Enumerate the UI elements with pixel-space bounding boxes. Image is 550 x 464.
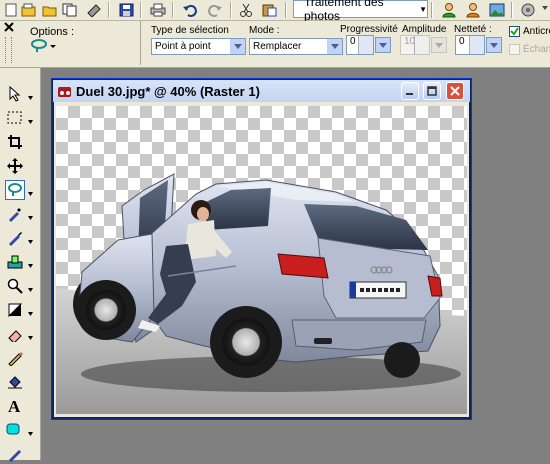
spin-buttons[interactable]	[358, 36, 373, 54]
toolbar-separator	[511, 2, 513, 18]
main-toolbar: Traitement des photos ▼	[0, 0, 550, 23]
crop-tool-icon[interactable]	[5, 132, 25, 152]
save-icon[interactable]	[117, 1, 136, 19]
toolbar-separator	[230, 2, 232, 18]
maximize-icon	[427, 86, 437, 96]
person-green-icon[interactable]	[439, 1, 458, 19]
tool-flyout-arrow-icon[interactable]	[28, 308, 33, 316]
redo-icon[interactable]	[205, 1, 224, 19]
maximize-button[interactable]	[423, 82, 441, 100]
shape-tool-icon[interactable]	[5, 420, 25, 440]
sharpness-input[interactable]: 0	[455, 35, 502, 55]
sharpness-label: Netteté :	[454, 24, 492, 35]
chevron-down-icon[interactable]	[375, 37, 391, 53]
selection-tool-icon[interactable]	[5, 108, 25, 128]
tool-flyout-arrow-icon[interactable]	[28, 260, 33, 268]
antialias-checkbox[interactable]	[509, 26, 520, 37]
selection-type-value: Point à point	[155, 41, 211, 52]
progressivity-label: Progressivité	[340, 24, 398, 35]
progressivity-value: 0	[350, 36, 356, 47]
car-photo	[56, 173, 467, 414]
palette-grip[interactable]	[5, 37, 12, 63]
toolbar-separator	[285, 2, 287, 18]
close-palette-icon[interactable]	[4, 22, 14, 35]
photo-processing-menu[interactable]: Traitement des photos ▼	[293, 0, 428, 23]
spin-buttons	[414, 36, 429, 54]
svg-text:A: A	[8, 398, 21, 414]
copy-doc-icon[interactable]	[60, 1, 79, 19]
tool-flyout-arrow-icon[interactable]	[28, 92, 33, 100]
image-document-window[interactable]: Duel 30.jpg* @ 40% (Raster 1)	[51, 78, 472, 420]
chevron-down-icon[interactable]	[486, 37, 502, 53]
amplitude-input: 10	[400, 35, 447, 55]
spin-buttons[interactable]	[469, 36, 484, 54]
eraser-tool-icon[interactable]	[5, 324, 25, 344]
tool-flyout-arrow-icon[interactable]	[28, 188, 33, 196]
text-tool-icon[interactable]: A	[5, 396, 25, 416]
tool-options-bar: Options : Type de sélection Point à poin…	[0, 21, 550, 68]
image-canvas[interactable]	[56, 106, 467, 414]
more-icon[interactable]	[535, 1, 550, 19]
options-separator	[140, 21, 141, 65]
scan-icon[interactable]	[84, 1, 103, 19]
checkmark-icon	[510, 27, 519, 36]
sample-merged-checkbox	[509, 44, 520, 55]
options-label: Options :	[30, 26, 75, 38]
sample-merged-label: Échant	[523, 44, 550, 55]
antialias-label: Anticré	[523, 26, 550, 37]
pointer-tool-icon[interactable]	[5, 84, 25, 104]
fill-tool-icon[interactable]	[5, 372, 25, 392]
print-icon[interactable]	[148, 1, 167, 19]
chevron-down-icon	[431, 37, 447, 53]
tools-palette: A	[0, 68, 41, 462]
chevron-down-icon[interactable]	[326, 39, 342, 54]
freehand-lasso-preset-icon[interactable]	[30, 39, 56, 56]
mode-value: Remplacer	[253, 41, 302, 52]
browse-icon[interactable]	[19, 1, 38, 19]
toolbar-separator	[140, 2, 142, 18]
image-window-title: Duel 30.jpg* @ 40% (Raster 1)	[76, 84, 260, 99]
mode-select[interactable]: Remplacer	[249, 38, 343, 55]
close-button[interactable]	[446, 82, 464, 100]
freehand-lasso-tool-icon[interactable]	[5, 180, 25, 200]
amplitude-label: Amplitude	[402, 24, 447, 35]
image-window-titlebar[interactable]: Duel 30.jpg* @ 40% (Raster 1)	[53, 80, 470, 102]
tool-flyout-arrow-icon[interactable]	[28, 116, 33, 124]
toolbar-separator	[172, 2, 174, 18]
photo-menu-label: Traitement des photos	[304, 0, 384, 23]
tool-flyout-arrow-icon[interactable]	[28, 332, 33, 340]
undo-icon[interactable]	[180, 1, 199, 19]
dropdown-caret-icon: ▼	[419, 4, 427, 14]
zoom-tool-icon[interactable]	[5, 276, 25, 296]
toolbar-separator	[108, 2, 110, 18]
move-tool-icon[interactable]	[5, 156, 25, 176]
paste-icon[interactable]	[260, 1, 279, 19]
close-icon	[450, 86, 460, 96]
sharpness-value: 0	[459, 36, 465, 47]
tool-flyout-arrow-icon[interactable]	[28, 428, 33, 436]
progressivity-input[interactable]: 0	[346, 35, 391, 55]
pencil-tool-icon[interactable]	[5, 348, 25, 368]
mode-label: Mode :	[249, 25, 280, 36]
minimize-icon	[406, 93, 413, 95]
open-folder-icon[interactable]	[40, 1, 59, 19]
cut-icon[interactable]	[236, 1, 255, 19]
pen-tool-icon[interactable]	[5, 444, 25, 464]
tool-flyout-arrow-icon[interactable]	[28, 284, 33, 292]
dodge-burn-tool-icon[interactable]	[5, 300, 25, 320]
selection-type-select[interactable]: Point à point	[151, 38, 246, 55]
chevron-down-icon[interactable]	[229, 39, 245, 54]
clone-stamp-tool-icon[interactable]	[5, 252, 25, 272]
eyedropper-tool-icon[interactable]	[5, 204, 25, 224]
toolbar-separator	[431, 2, 433, 18]
person-orange-icon[interactable]	[463, 1, 482, 19]
tool-flyout-arrow-icon[interactable]	[28, 212, 33, 220]
document-icon	[57, 84, 73, 101]
selection-type-label: Type de sélection	[151, 25, 229, 36]
new-file-icon[interactable]	[1, 1, 20, 19]
tool-flyout-arrow-icon[interactable]	[28, 236, 33, 244]
minimize-button[interactable]	[401, 82, 419, 100]
brush-tool-icon[interactable]	[5, 228, 25, 248]
landscape-icon[interactable]	[487, 1, 506, 19]
